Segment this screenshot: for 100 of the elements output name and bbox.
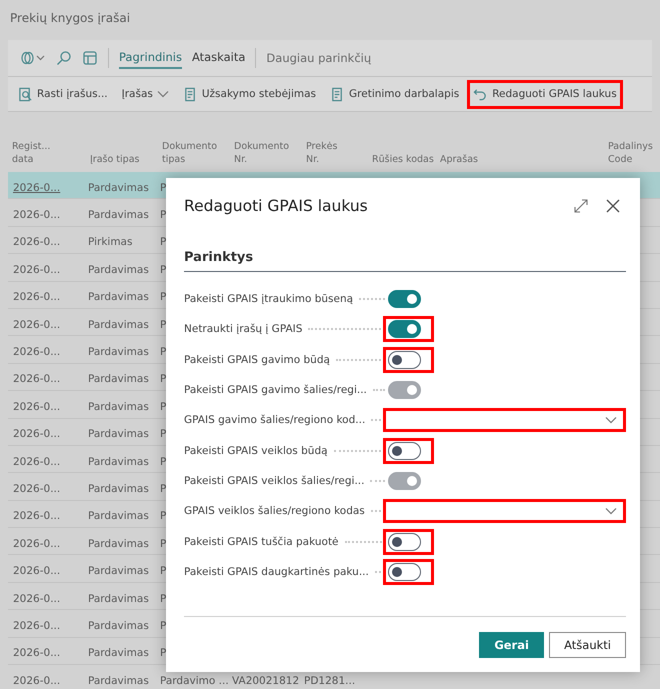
- chevron-down-icon: [605, 507, 617, 516]
- column-header[interactable]: Aprašas: [440, 154, 608, 166]
- table-cell: P: [160, 236, 166, 248]
- table-cell: Pardavimas: [88, 565, 149, 578]
- tab[interactable]: Ataskaita: [192, 47, 246, 69]
- chevron-down-icon: [605, 416, 617, 424]
- table-cell: P: [160, 318, 166, 331]
- toggle-switch[interactable]: [388, 320, 421, 338]
- action-button[interactable]: Rasti įrašus...: [12, 80, 114, 108]
- dropdown-field[interactable]: [383, 408, 626, 432]
- table-cell: 2026-0...: [13, 592, 60, 605]
- table-cell: Pardavimas: [88, 428, 149, 440]
- table-cell: 2026-0...: [13, 538, 60, 550]
- table-cell: Pardavimas: [88, 647, 149, 660]
- table-cell: 2026-0...: [13, 428, 60, 440]
- toggle-switch[interactable]: [388, 290, 421, 308]
- table-cell: Pardavimas: [88, 346, 149, 358]
- find-icon: [18, 86, 33, 102]
- table-cell: Pardavimas: [88, 264, 149, 276]
- table-cell: P: [160, 209, 166, 222]
- table-cell: Pardavimas: [88, 674, 149, 687]
- table-cell: P: [160, 482, 166, 495]
- table-cell: 2026-0...: [13, 291, 60, 304]
- field-label: Pakeisti GPAIS tuščia pakuotė: [184, 536, 339, 548]
- table-cell: P: [160, 620, 166, 632]
- table-cell: 2026-0...: [13, 182, 60, 194]
- table-cell: Pardavimas: [88, 400, 149, 413]
- close-icon[interactable]: [606, 199, 620, 213]
- layout-button[interactable]: [82, 50, 98, 66]
- table-cell: P: [160, 428, 166, 440]
- table-cell: 2026-0...: [13, 482, 60, 495]
- table-cell: P: [160, 264, 166, 276]
- ok-button[interactable]: Gerai: [479, 632, 544, 658]
- search-button[interactable]: [56, 50, 72, 66]
- table-cell: 2026-0...: [13, 400, 60, 413]
- table-cell: VA20021812: [232, 674, 300, 687]
- table-cell: Pardavimas: [88, 209, 149, 222]
- column-header[interactable]: Dokumento tipas: [162, 141, 234, 166]
- action-button[interactable]: Užsakymo stebėjimas: [176, 80, 322, 108]
- section-heading: Parinktys: [184, 250, 626, 272]
- table-cell: Pardavimas: [88, 373, 149, 386]
- more-options[interactable]: Daugiau parinkčių: [266, 51, 372, 65]
- table-cell: 2026-0...: [13, 236, 60, 248]
- table-cell: P: [160, 400, 166, 413]
- copilot-menu-button[interactable]: [20, 51, 46, 65]
- chevron-down-icon: [156, 90, 169, 98]
- table-cell: 2026-0...: [13, 565, 60, 578]
- column-header[interactable]: Įrašo tipas: [90, 154, 162, 166]
- table-cell: 2026-0...: [13, 620, 60, 632]
- column-header[interactable]: Prekės Nr.: [306, 141, 372, 166]
- table-cell: Pardavimas: [88, 482, 149, 495]
- toggle-switch[interactable]: [388, 442, 421, 460]
- field-label: Pakeisti GPAIS daugkartinės paku...: [184, 566, 369, 578]
- page-title: Prekių knygos įrašai: [9, 10, 132, 27]
- field-label: Netraukti įrašų į GPAIS: [184, 323, 302, 336]
- field-label: Pakeisti GPAIS veiklos būdą: [184, 444, 328, 457]
- table-cell: Pardavimas: [88, 620, 149, 632]
- dialog-title: Redaguoti GPAIS laukus: [184, 197, 369, 215]
- toggle-switch[interactable]: [388, 532, 421, 551]
- action-button[interactable]: Įrašas: [116, 81, 175, 107]
- table-cell: Pardavimas: [88, 291, 149, 304]
- table-cell: P: [160, 373, 166, 386]
- table-cell: Pardavimas: [88, 182, 149, 194]
- table-cell: 2026-0...: [13, 209, 60, 222]
- toggle-switch[interactable]: [388, 562, 421, 581]
- table-cell: P: [160, 291, 166, 304]
- dropdown-field[interactable]: [383, 499, 626, 524]
- table-cell: 2026-0...: [13, 318, 60, 331]
- table-cell: Pirkimas: [88, 236, 132, 248]
- column-header[interactable]: Rūšies kodas: [372, 154, 440, 166]
- table-cell: P: [160, 346, 166, 358]
- table-cell: PD1281...: [304, 674, 356, 687]
- table-cell: 2026-0...: [13, 647, 60, 660]
- column-header[interactable]: Dokumento Nr.: [234, 141, 306, 166]
- field-label: GPAIS gavimo šalies/regiono kod...: [184, 414, 366, 426]
- undo-icon: [473, 86, 488, 102]
- field-label: Pakeisti GPAIS gavimo šalies/regi...: [184, 384, 367, 396]
- expand-icon[interactable]: [574, 199, 588, 213]
- table-cell: Pardavimas: [88, 592, 149, 605]
- table-cell: P: [160, 565, 166, 578]
- table-cell: 2026-0...: [13, 346, 60, 358]
- table-cell: P: [160, 510, 166, 522]
- table-cell: P: [160, 182, 166, 194]
- field-label: Pakeisti GPAIS įtraukimo būseną: [184, 293, 354, 306]
- table-cell: 2026-0...: [13, 373, 60, 386]
- cancel-button[interactable]: Atšaukti: [549, 632, 626, 658]
- action-button[interactable]: Gretinimo darbalapis: [324, 80, 466, 108]
- toggle-switch[interactable]: [388, 350, 421, 369]
- action-button[interactable]: Redaguoti GPAIS laukus: [467, 80, 623, 108]
- table-cell: 2026-0...: [13, 510, 60, 522]
- tab[interactable]: Pagrindinis: [119, 47, 182, 69]
- table-cell: 2026-0...: [13, 674, 60, 687]
- table-cell: P: [160, 456, 166, 468]
- field-label: Pakeisti GPAIS gavimo būdą: [184, 354, 330, 366]
- column-header[interactable]: Padalinys Code: [608, 141, 658, 166]
- document-icon: [182, 86, 198, 102]
- field-label: Pakeisti GPAIS veiklos šalies/regi...: [184, 474, 364, 487]
- table-cell: Pardavimo ...: [160, 674, 229, 687]
- table-cell: P: [160, 592, 166, 605]
- column-header[interactable]: Regist... data: [12, 141, 90, 166]
